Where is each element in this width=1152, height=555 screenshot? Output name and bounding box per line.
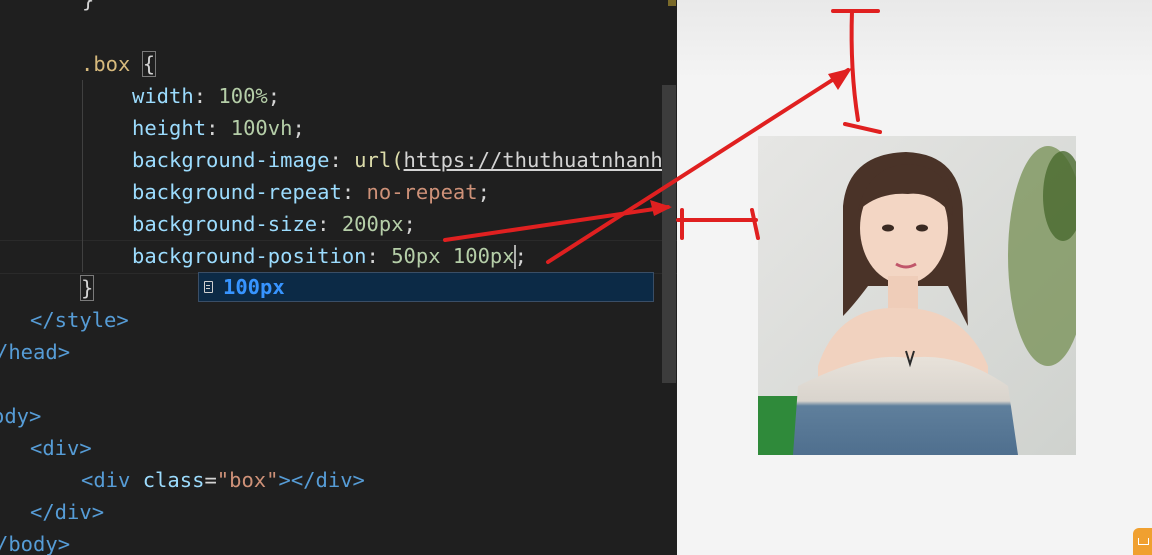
code-line-height: height: 100vh; (132, 116, 305, 140)
suggestion-label: 100px (223, 275, 285, 299)
code-line-head-close: /head> (0, 340, 71, 364)
code-line-selector: .box { (81, 51, 157, 77)
code-line-body-open: ody> (0, 404, 42, 428)
scrollbar-marker (668, 0, 676, 6)
code-line-background-image: background-image: url(https://thuthuatnh… (132, 148, 663, 172)
code-line-close-brace: } (79, 275, 95, 301)
portrait-photo-icon (758, 136, 1076, 455)
indent-guide (82, 80, 83, 272)
snippet-icon (204, 281, 213, 293)
box-background-image (758, 136, 1076, 455)
code-line-background-size: background-size: 200px; (132, 212, 416, 236)
autocomplete-suggestion[interactable]: 100px (198, 272, 654, 302)
code-line-style-close: </style> (30, 308, 129, 332)
code-line-background-repeat: background-repeat: no-repeat; (132, 180, 490, 204)
editor-scrollbar-thumb[interactable] (662, 85, 676, 383)
code-line-body-close: /body> (0, 532, 71, 555)
code-line-width: width: 100%; (132, 84, 281, 108)
code-line-background-position[interactable]: background-position: 50px 100px; (132, 240, 527, 272)
code-line: } (82, 0, 95, 12)
mail-icon[interactable] (1133, 528, 1152, 555)
code-line-inner-div: <div class="box"></div> (81, 468, 365, 492)
text-cursor (513, 245, 516, 269)
code-editor[interactable]: } .box { width: 100%; height: 100vh; bac… (0, 0, 677, 555)
code-line-div-open: <div> (30, 436, 92, 460)
code-line-div-close: </div> (30, 500, 105, 524)
